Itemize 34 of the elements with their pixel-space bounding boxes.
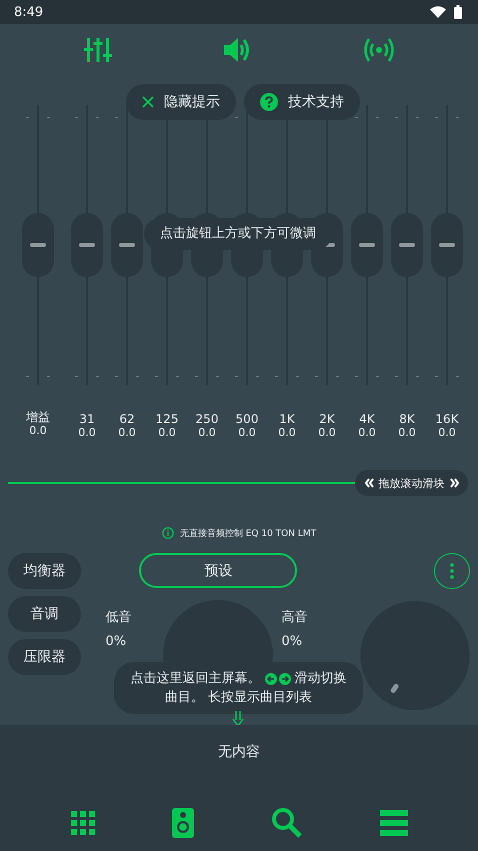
treble-value: 0% xyxy=(281,634,304,649)
band-value: 0.0 xyxy=(318,426,336,440)
band-value: 0.0 xyxy=(398,426,416,440)
band-label: 增益 xyxy=(26,410,50,424)
info-text: 无直接音频控制 EQ 10 TON LMT xyxy=(180,528,316,540)
bass-value: 0% xyxy=(105,634,128,649)
band-label: 2K xyxy=(319,412,335,426)
hint-text: 滑动切换 xyxy=(294,670,346,688)
band-value: 0.0 xyxy=(278,426,296,440)
scroll-handle-label: 拖放滚动滑块 xyxy=(378,476,444,490)
band-value: 0.0 xyxy=(358,426,376,440)
band-label: 250 xyxy=(196,412,218,426)
band-label: 1K xyxy=(279,412,295,426)
empty-queue-text: 无内容 xyxy=(217,743,261,761)
band-value: 0.0 xyxy=(238,426,256,440)
band-value: 0.0 xyxy=(29,424,47,438)
hint-tooltip: 点击旋钮上方或下方可微调 xyxy=(144,218,332,250)
band-label: 62 xyxy=(119,412,135,426)
bass-label: 低音 xyxy=(105,609,132,626)
band-label: 8K xyxy=(399,412,415,426)
band-label: 500 xyxy=(236,412,258,426)
hint-text: 点击这里返回主屏幕。 xyxy=(130,670,260,688)
band-value: 0.0 xyxy=(118,426,136,440)
band-value: 0.0 xyxy=(438,426,456,440)
band-label: 31 xyxy=(79,412,95,426)
treble-label: 高音 xyxy=(281,609,308,626)
band-value: 0.0 xyxy=(198,426,216,440)
band-value: 0.0 xyxy=(158,426,176,440)
hint-text: 曲目。 长按显示曲目列表 xyxy=(164,689,312,707)
band-label: 16K xyxy=(435,412,459,426)
band-label: 125 xyxy=(156,412,178,426)
band-label: 4K xyxy=(359,412,375,426)
band-value: 0.0 xyxy=(78,426,96,440)
status-time: 8:49 xyxy=(14,4,44,20)
